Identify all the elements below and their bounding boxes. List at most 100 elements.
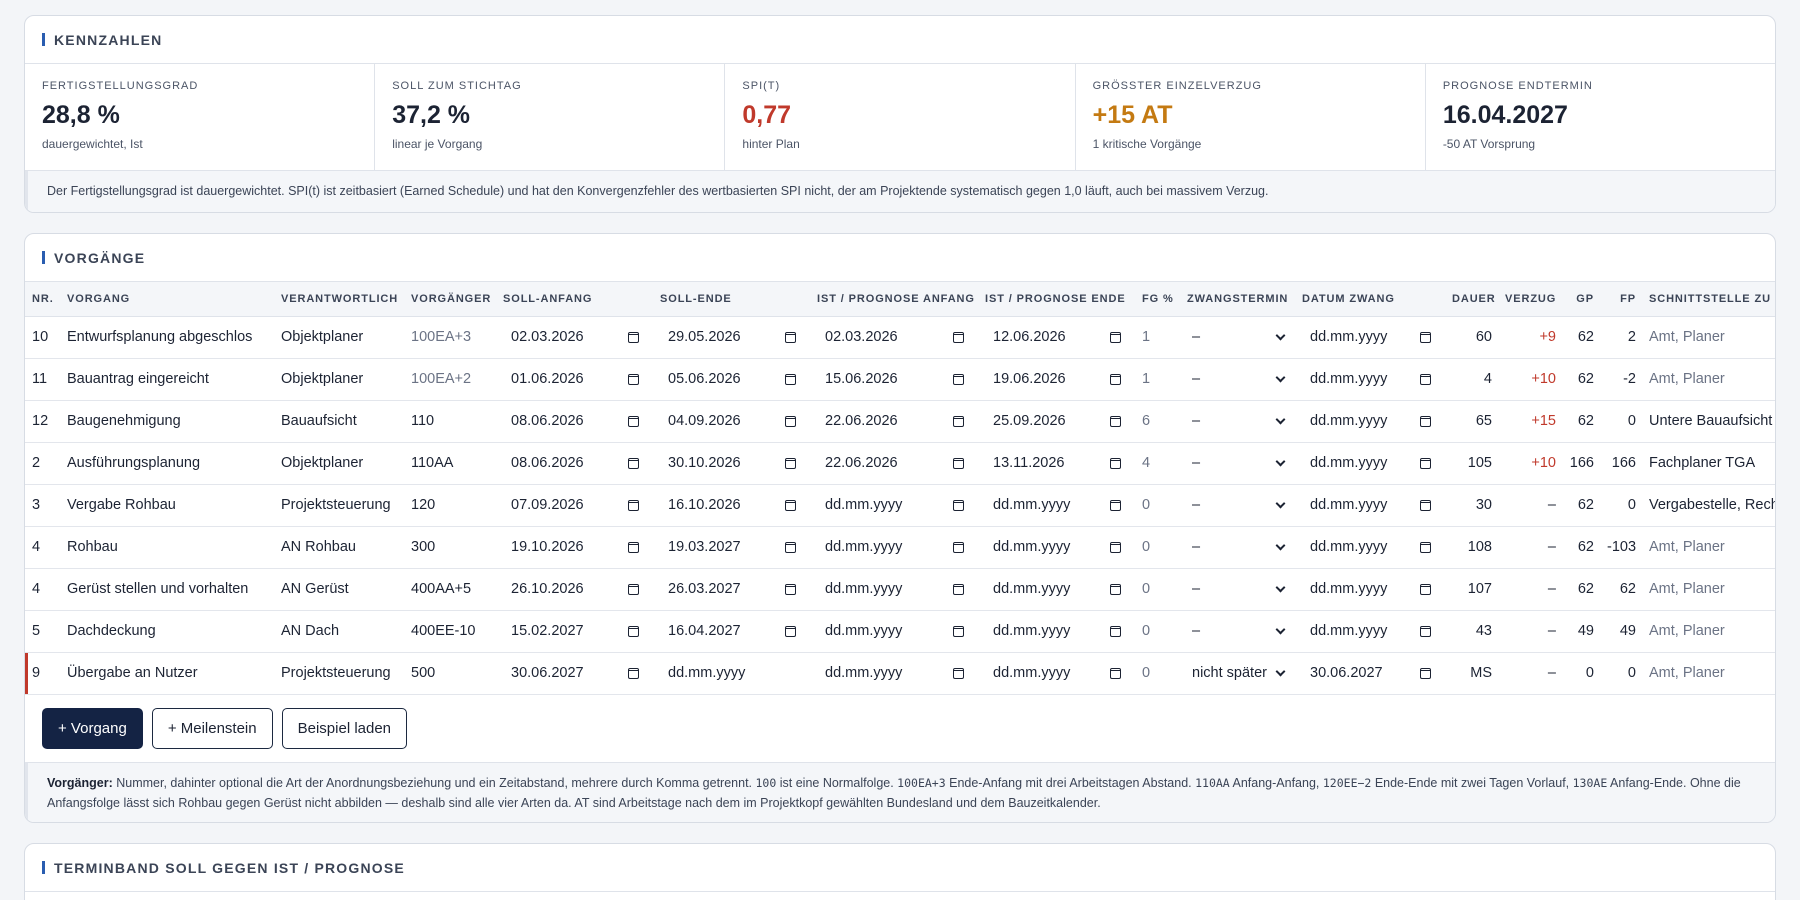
calendar-icon[interactable] — [1420, 625, 1431, 637]
column-header[interactable]: GP — [1562, 282, 1600, 317]
calendar-icon[interactable] — [785, 415, 796, 427]
date-input[interactable]: 26.03.2027 — [660, 574, 806, 604]
calendar-icon[interactable] — [628, 373, 639, 385]
date-input[interactable]: 08.06.2026 — [503, 448, 649, 478]
table-row[interactable]: 5 Dachdeckung AN Dach 400EE-10 15.02.2027 16.… — [25, 610, 1775, 653]
load-example-button[interactable]: Beispiel laden — [281, 707, 408, 749]
calendar-icon[interactable] — [1110, 331, 1121, 343]
column-header[interactable]: VERANTWORTLICH — [274, 282, 404, 317]
row-nr[interactable]: 3 — [25, 484, 60, 527]
calendar-icon[interactable] — [785, 541, 796, 553]
date-input[interactable]: 16.04.2027 — [660, 616, 806, 646]
calendar-icon[interactable] — [1420, 415, 1431, 427]
calendar-icon[interactable] — [953, 331, 964, 343]
date-input[interactable]: dd.mm.yyyy — [985, 616, 1131, 646]
date-input[interactable]: 26.10.2026 — [503, 574, 649, 604]
vorgaenger[interactable]: 300 — [404, 526, 496, 569]
row-nr[interactable]: 10 — [25, 316, 60, 359]
verantwortlich[interactable]: AN Dach — [274, 610, 404, 653]
column-header[interactable]: IST / PROGNOSE ANFANG — [810, 282, 978, 317]
calendar-icon[interactable] — [953, 667, 964, 679]
calendar-icon[interactable] — [785, 625, 796, 637]
table-row[interactable]: 10 Entwurfsplanung abgeschlos Objektplaner… — [25, 316, 1775, 359]
calendar-icon[interactable] — [1420, 583, 1431, 595]
calendar-icon[interactable] — [628, 457, 639, 469]
calendar-icon[interactable] — [785, 373, 796, 385]
date-input[interactable]: dd.mm.yyyy — [1302, 322, 1441, 352]
date-input[interactable]: 04.09.2026 — [660, 406, 806, 436]
date-input[interactable]: 08.06.2026 — [503, 406, 649, 436]
date-input[interactable]: dd.mm.yyyy — [985, 532, 1131, 562]
calendar-icon[interactable] — [1420, 667, 1431, 679]
date-input[interactable]: 15.02.2027 — [503, 616, 649, 646]
calendar-icon[interactable] — [1110, 373, 1121, 385]
fg-percent[interactable]: 0 — [1135, 652, 1180, 695]
table-row[interactable]: 11 Bauantrag eingereicht Objektplaner 100EA… — [25, 358, 1775, 401]
date-input[interactable]: 16.10.2026 — [660, 490, 806, 520]
calendar-icon[interactable] — [628, 667, 639, 679]
date-input[interactable]: 19.06.2026 — [985, 364, 1131, 394]
date-input[interactable]: 30.10.2026 — [660, 448, 806, 478]
date-input[interactable]: dd.mm.yyyy — [1302, 616, 1441, 646]
fg-percent[interactable]: 6 — [1135, 400, 1180, 443]
vorgang-name[interactable]: Entwurfsplanung abgeschlos — [60, 316, 274, 359]
date-input[interactable]: dd.mm.yyyy — [1302, 364, 1441, 394]
table-row[interactable]: 12 Baugenehmigung Bauaufsicht 110 08.06.2026… — [25, 400, 1775, 443]
date-input[interactable]: dd.mm.yyyy — [817, 616, 974, 646]
column-header[interactable]: IST / PROGNOSE ENDE — [978, 282, 1135, 317]
date-input[interactable]: dd.mm.yyyy — [1302, 490, 1441, 520]
date-input[interactable]: 01.06.2026 — [503, 364, 649, 394]
column-header[interactable]: DATUM ZWANG — [1295, 282, 1445, 317]
calendar-icon[interactable] — [785, 583, 796, 595]
verantwortlich[interactable]: Objektplaner — [274, 316, 404, 359]
schnittstelle[interactable]: Amt, Planer — [1642, 568, 1775, 611]
calendar-icon[interactable] — [1110, 457, 1121, 469]
vorgang-name[interactable]: Ausführungsplanung — [60, 442, 274, 485]
calendar-icon[interactable] — [628, 331, 639, 343]
schnittstelle[interactable]: Vergabestelle, Recht — [1642, 484, 1775, 527]
schnittstelle[interactable]: Fachplaner TGA — [1642, 442, 1775, 485]
vorgang-name[interactable]: Dachdeckung — [60, 610, 274, 653]
table-row[interactable]: 4 Gerüst stellen und vorhalten AN Gerüst 40… — [25, 568, 1775, 611]
schnittstelle[interactable]: Untere Bauaufsicht — [1642, 400, 1775, 443]
verantwortlich[interactable]: Projektsteuerung — [274, 484, 404, 527]
date-input[interactable]: 22.06.2026 — [817, 406, 974, 436]
date-input[interactable]: dd.mm.yyyy — [1302, 448, 1441, 478]
verantwortlich[interactable]: Objektplaner — [274, 442, 404, 485]
vorgang-name[interactable]: Bauantrag eingereicht — [60, 358, 274, 401]
vorgaenger[interactable]: 100EA+2 — [404, 358, 496, 401]
fg-percent[interactable]: 0 — [1135, 568, 1180, 611]
zwangstermin-select[interactable]: – — [1187, 616, 1291, 646]
calendar-icon[interactable] — [953, 499, 964, 511]
calendar-icon[interactable] — [1110, 667, 1121, 679]
calendar-icon[interactable] — [953, 415, 964, 427]
calendar-icon[interactable] — [1420, 457, 1431, 469]
vorgang-name[interactable]: Vergabe Rohbau — [60, 484, 274, 527]
date-input[interactable]: dd.mm.yyyy — [817, 658, 974, 688]
schnittstelle[interactable]: Amt, Planer — [1642, 358, 1775, 401]
calendar-icon[interactable] — [953, 625, 964, 637]
vorgaenger[interactable]: 400EE-10 — [404, 610, 496, 653]
table-row[interactable]: 2 Ausführungsplanung Objektplaner 110AA 08.0… — [25, 442, 1775, 485]
date-input[interactable]: 02.03.2026 — [503, 322, 649, 352]
date-input[interactable]: 30.06.2027 — [503, 658, 649, 688]
zwangstermin-select[interactable]: – — [1187, 406, 1291, 436]
vorgang-name[interactable]: Übergabe an Nutzer — [60, 652, 274, 695]
row-nr[interactable]: 4 — [25, 526, 60, 569]
schnittstelle[interactable]: Amt, Planer — [1642, 610, 1775, 653]
calendar-icon[interactable] — [953, 373, 964, 385]
column-header[interactable]: VORGÄNGER — [404, 282, 496, 317]
zwangstermin-select[interactable]: – — [1187, 490, 1291, 520]
schnittstelle[interactable]: Amt, Planer — [1642, 526, 1775, 569]
date-input[interactable]: 29.05.2026 — [660, 322, 806, 352]
fg-percent[interactable]: 4 — [1135, 442, 1180, 485]
date-input[interactable]: 30.06.2027 — [1302, 658, 1441, 688]
column-header[interactable]: FP — [1600, 282, 1642, 317]
calendar-icon[interactable] — [628, 415, 639, 427]
date-input[interactable]: dd.mm.yyyy — [660, 658, 806, 688]
table-row[interactable]: 4 Rohbau AN Rohbau 300 19.10.2026 19.03.2027 d… — [25, 526, 1775, 569]
calendar-icon[interactable] — [1420, 373, 1431, 385]
row-nr[interactable]: 4 — [25, 568, 60, 611]
calendar-icon[interactable] — [1110, 415, 1121, 427]
row-nr[interactable]: 12 — [25, 400, 60, 443]
